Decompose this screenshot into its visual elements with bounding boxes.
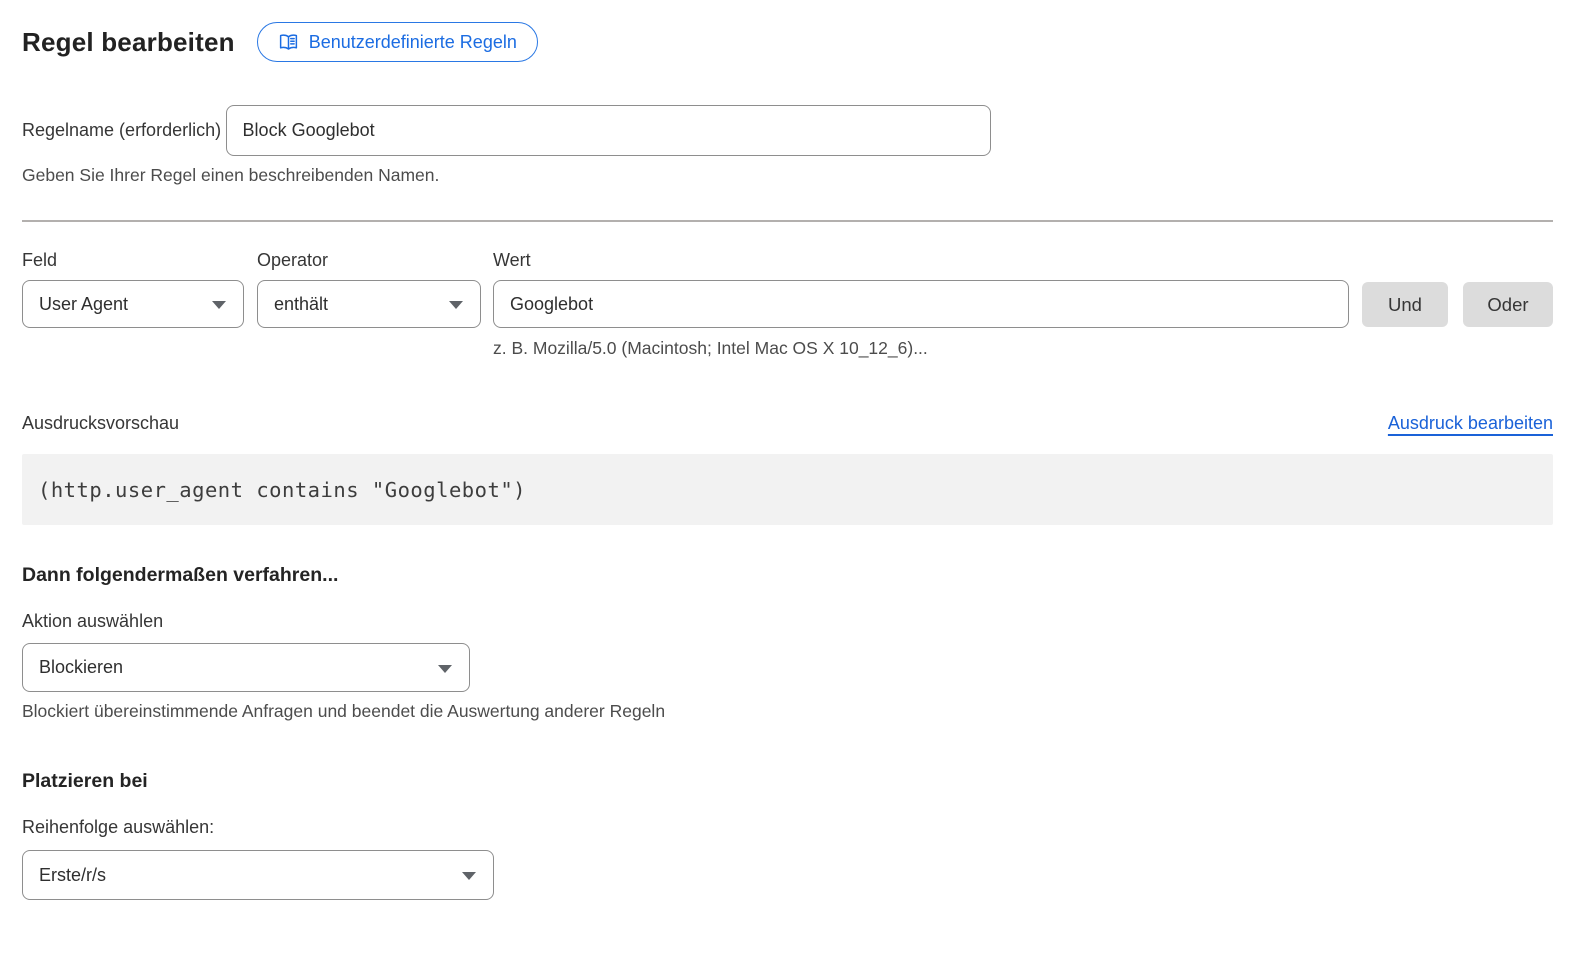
rule-name-help: Geben Sie Ihrer Regel einen beschreibend… xyxy=(22,165,1553,186)
edit-expression-link[interactable]: Ausdruck bearbeiten xyxy=(1388,413,1553,434)
action-select-value: Blockieren xyxy=(39,657,123,678)
expression-preview-label: Ausdrucksvorschau xyxy=(22,413,179,434)
field-column: Feld User Agent xyxy=(22,250,244,328)
action-heading: Dann folgendermaßen verfahren... xyxy=(22,564,1553,587)
chevron-down-icon xyxy=(212,301,226,309)
value-hint: z. B. Mozilla/5.0 (Macintosh; Intel Mac … xyxy=(493,338,1553,359)
placement-heading: Platzieren bei xyxy=(22,770,1553,793)
or-button[interactable]: Oder xyxy=(1463,282,1553,327)
rule-name-input[interactable] xyxy=(226,105,991,156)
page-header: Regel bearbeiten Benutzerdefinierte Rege… xyxy=(22,22,1553,62)
field-label: Feld xyxy=(22,250,244,271)
expression-code: (http.user_agent contains "Googlebot") xyxy=(38,478,526,502)
custom-rules-docs-button[interactable]: Benutzerdefinierte Regeln xyxy=(257,22,538,62)
placement-label: Reihenfolge auswählen: xyxy=(22,817,1553,838)
rule-name-label: Regelname (erforderlich) xyxy=(22,120,221,140)
action-help: Blockiert übereinstimmende Anfragen und … xyxy=(22,701,1553,722)
field-select-value: User Agent xyxy=(39,294,128,315)
operator-select-value: enthält xyxy=(274,294,328,315)
operator-column: Operator enthält xyxy=(257,250,481,328)
open-book-icon xyxy=(278,32,299,53)
rule-name-section: Regelname (erforderlich) Geben Sie Ihrer… xyxy=(22,94,1553,186)
operator-select[interactable]: enthält xyxy=(257,280,481,328)
value-column: Wert xyxy=(493,250,1349,328)
placement-section: Platzieren bei Reihenfolge auswählen: Er… xyxy=(22,770,1553,900)
and-button[interactable]: Und xyxy=(1362,282,1448,327)
condition-row: Feld User Agent Operator enthält Wert Un… xyxy=(22,250,1553,328)
value-label: Wert xyxy=(493,250,1349,271)
action-label: Aktion auswählen xyxy=(22,611,1553,632)
page-title: Regel bearbeiten xyxy=(22,27,235,58)
expression-header: Ausdrucksvorschau Ausdruck bearbeiten xyxy=(22,413,1553,434)
field-select[interactable]: User Agent xyxy=(22,280,244,328)
placement-select-value: Erste/r/s xyxy=(39,865,106,886)
placement-order-select[interactable]: Erste/r/s xyxy=(22,850,494,900)
section-divider xyxy=(22,220,1553,222)
custom-rules-docs-label: Benutzerdefinierte Regeln xyxy=(309,32,517,53)
operator-label: Operator xyxy=(257,250,481,271)
chevron-down-icon xyxy=(449,301,463,309)
action-select[interactable]: Blockieren xyxy=(22,643,470,692)
action-section: Dann folgendermaßen verfahren... Aktion … xyxy=(22,564,1553,722)
expression-preview-box: (http.user_agent contains "Googlebot") xyxy=(22,454,1553,525)
chevron-down-icon xyxy=(438,665,452,673)
chevron-down-icon xyxy=(462,872,476,880)
value-input[interactable] xyxy=(493,280,1349,328)
edit-rule-form: Regel bearbeiten Benutzerdefinierte Rege… xyxy=(0,0,1570,900)
